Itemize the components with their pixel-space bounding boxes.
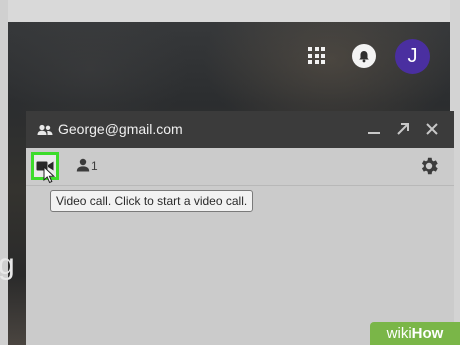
wikihow-watermark: wiki How (370, 322, 460, 345)
screen: g a J George@gmail.com 1 Video call. Cli… (0, 0, 460, 345)
people-icon (37, 123, 53, 141)
chat-title: George@gmail.com (58, 121, 183, 137)
chat-toolbar: 1 (26, 148, 454, 186)
bell-icon[interactable] (352, 44, 376, 68)
video-call-tooltip: Video call. Click to start a video call. (50, 190, 254, 212)
avatar[interactable]: J (395, 39, 430, 74)
avatar-letter: J (407, 45, 418, 67)
mouse-cursor-icon (43, 165, 57, 189)
gear-icon[interactable] (418, 155, 440, 177)
left-edge (0, 0, 8, 345)
close-icon (426, 123, 438, 135)
popout-icon (397, 123, 409, 135)
popout-button[interactable] (394, 120, 412, 138)
chat-header[interactable]: George@gmail.com (26, 111, 454, 148)
minimize-icon (368, 132, 380, 134)
close-button[interactable] (423, 120, 441, 138)
participant-count: 1 (91, 159, 98, 173)
participants-button[interactable]: 1 (76, 158, 98, 172)
top-strip (0, 0, 460, 22)
apps-grid-icon[interactable] (308, 47, 325, 64)
chat-window: George@gmail.com 1 (26, 111, 454, 345)
person-icon (76, 158, 90, 172)
minimize-button[interactable] (365, 120, 383, 138)
watermark-suffix: How (411, 325, 444, 342)
watermark-prefix: wiki (386, 325, 412, 342)
